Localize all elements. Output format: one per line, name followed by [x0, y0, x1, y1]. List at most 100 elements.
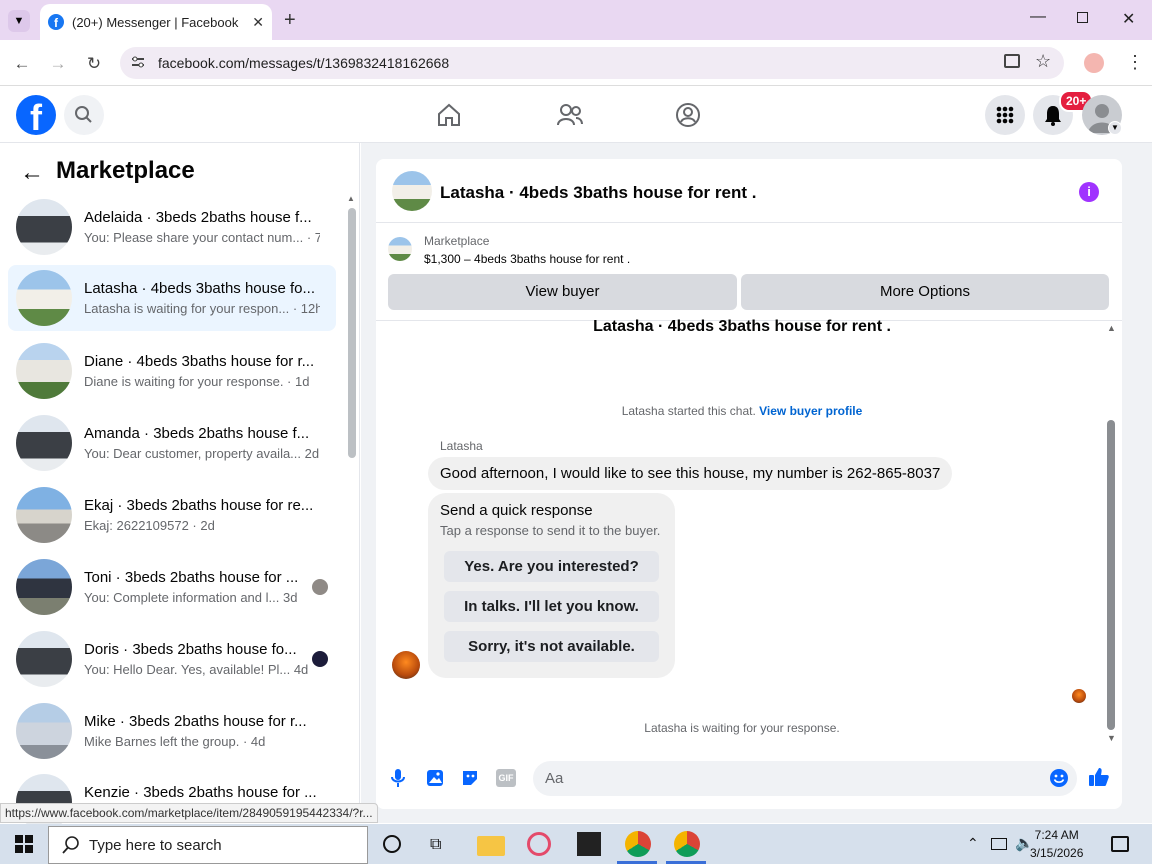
groups-icon[interactable] — [675, 102, 701, 133]
search-icon — [62, 836, 79, 854]
chat-scrollbar-thumb[interactable] — [1107, 420, 1115, 730]
conversation-preview: You: Hello Dear. Yes, available! Pl... 4… — [84, 662, 309, 677]
back-arrow-icon[interactable]: ← — [20, 159, 44, 187]
task-view-icon[interactable]: ⧉ — [430, 836, 441, 854]
grid-icon — [996, 106, 1014, 124]
left-scroll-up-icon[interactable]: ▲ — [347, 194, 355, 203]
conversation-name: Amanda · 3beds 2baths house f... — [84, 425, 310, 442]
listing-thumbnail — [16, 703, 72, 759]
view-buyer-button[interactable]: View buyer — [388, 274, 737, 310]
conversation-item-active[interactable]: Latasha · 4beds 3baths house fo... Latash… — [8, 265, 336, 331]
chat-listing-avatar[interactable] — [392, 171, 432, 211]
info-icon[interactable]: i — [1079, 182, 1099, 202]
bookmark-star-icon[interactable]: ☆ — [1035, 51, 1051, 72]
file-explorer-icon[interactable] — [477, 836, 505, 856]
home-icon[interactable] — [436, 102, 462, 133]
view-buyer-profile-link[interactable]: View buyer profile — [759, 404, 862, 418]
divider — [376, 222, 1122, 223]
notification-center-icon[interactable] — [1111, 836, 1129, 852]
windows-start-icon[interactable] — [15, 835, 33, 858]
close-window-icon[interactable]: ✕ — [1122, 9, 1135, 29]
left-scrollbar-thumb[interactable] — [348, 208, 356, 458]
forward-icon[interactable]: → — [46, 52, 70, 76]
conversation-preview: You: Complete information and l... 3d — [84, 590, 298, 605]
back-icon[interactable]: ← — [10, 52, 34, 76]
panel-title: Marketplace — [56, 157, 195, 184]
participant-avatar — [312, 579, 328, 595]
like-thumb-icon[interactable] — [1088, 766, 1110, 793]
photo-icon[interactable] — [425, 768, 445, 793]
site-info-icon[interactable] — [130, 55, 146, 69]
taskbar-search-placeholder: Type here to search — [89, 836, 222, 854]
tab-list-dropdown-icon[interactable]: ▼ — [8, 10, 30, 32]
microphone-icon[interactable] — [390, 768, 406, 793]
listing-thumbnail — [16, 559, 72, 615]
url-field[interactable]: facebook.com/messages/t/1369832418162668 — [120, 47, 1064, 79]
reload-icon[interactable]: ↻ — [82, 52, 106, 76]
conversation-item[interactable]: Ekaj · 3beds 2baths house for re... Ekaj:… — [8, 482, 336, 548]
message-input[interactable]: Aa — [533, 761, 1077, 796]
tab-title: (20+) Messenger | Facebook — [72, 14, 239, 30]
search-icon — [75, 106, 92, 123]
cortana-icon[interactable] — [383, 835, 401, 853]
waiting-note: Latasha is waiting for your response. — [644, 721, 840, 735]
browser-menu-icon[interactable]: ⋮ — [1126, 52, 1144, 73]
message-input-placeholder: Aa — [545, 770, 564, 787]
conversation-name: Latasha · 4beds 3baths house fo... — [84, 280, 315, 297]
listing-price[interactable]: $1,300 – 4beds 3baths house for rent . — [424, 252, 630, 266]
status-url-tooltip: https://www.facebook.com/marketplace/ite… — [0, 803, 378, 823]
conversation-item[interactable]: Amanda · 3beds 2baths house f... You: Dea… — [8, 410, 336, 476]
chat-scroll-down-icon[interactable]: ▼ — [1107, 733, 1116, 743]
quick-reply-button[interactable]: Yes. Are you interested? — [444, 551, 659, 582]
message-bubble[interactable]: Good afternoon, I would like to see this… — [428, 457, 953, 490]
sender-avatar[interactable] — [392, 651, 420, 679]
browser-tab[interactable]: f (20+) Messenger | Facebook ✕ — [40, 4, 272, 40]
facebook-logo-icon[interactable]: f — [16, 95, 56, 135]
listing-thumbnail — [16, 343, 72, 399]
minimize-icon[interactable]: — — [1030, 8, 1046, 26]
snipping-tool-icon[interactable] — [527, 832, 551, 856]
quick-reply-button[interactable]: Sorry, it's not available. — [444, 631, 659, 662]
chrome-profile-icon[interactable] — [674, 831, 700, 857]
quick-response-title: Send a quick response — [440, 502, 593, 519]
listing-thumbnail-small[interactable] — [388, 237, 412, 261]
restore-icon[interactable] — [1077, 12, 1088, 23]
friends-icon[interactable] — [556, 102, 584, 133]
install-app-icon[interactable] — [1004, 54, 1020, 68]
search-button[interactable] — [64, 95, 104, 135]
conversation-item[interactable]: Toni · 3beds 2baths house for ... You: Co… — [8, 554, 336, 620]
chat-title[interactable]: Latasha · 4beds 3baths house for rent . — [440, 183, 756, 203]
chat-scroll-up-icon[interactable]: ▲ — [1107, 323, 1116, 333]
taskbar-search-box[interactable]: Type here to search — [48, 826, 368, 864]
close-tab-icon[interactable]: ✕ — [252, 14, 264, 31]
conversation-preview: Latasha is waiting for your respon... · … — [84, 301, 320, 316]
listing-thumbnail — [16, 487, 72, 543]
network-icon[interactable] — [991, 838, 1007, 850]
tray-chevron-icon[interactable]: ⌃ — [967, 835, 979, 852]
gif-icon[interactable]: GIF — [496, 769, 516, 787]
chat-started-note: Latasha started this chat. View buyer pr… — [376, 404, 1108, 418]
conversation-item[interactable]: Mike · 3beds 2baths house for r... Mike B… — [8, 698, 336, 764]
menu-grid-button[interactable] — [985, 95, 1025, 135]
sticky-notes-icon[interactable] — [577, 832, 601, 856]
listing-label: Marketplace — [424, 234, 490, 248]
quick-reply-button[interactable]: In talks. I'll let you know. — [444, 591, 659, 622]
clock-date: 3/15/2026 — [1030, 846, 1084, 860]
system-clock[interactable]: 7:24 AM 3/15/2026 — [1030, 826, 1083, 862]
conversation-name: Toni · 3beds 2baths house for ... — [84, 569, 299, 586]
chrome-icon[interactable] — [625, 831, 651, 857]
conversation-name: Ekaj · 3beds 2baths house for re... — [84, 497, 314, 514]
sticker-icon[interactable] — [460, 768, 480, 793]
conversation-item[interactable]: Doris · 3beds 2baths house fo... You: Hel… — [8, 626, 336, 692]
conversation-item[interactable]: Adelaida · 3beds 2baths house f... You: P… — [8, 194, 336, 260]
more-options-button[interactable]: More Options — [741, 274, 1109, 310]
listing-thumbnail — [16, 270, 72, 326]
profile-avatar-icon[interactable] — [1084, 53, 1104, 73]
emoji-icon[interactable] — [1049, 768, 1069, 793]
conversation-name: Doris · 3beds 2baths house fo... — [84, 641, 297, 658]
conversation-item[interactable]: Diane · 4beds 3baths house for r... Diane… — [8, 338, 336, 404]
conversation-name: Adelaida · 3beds 2baths house f... — [84, 209, 312, 226]
new-tab-icon[interactable]: + — [284, 9, 296, 32]
account-chevron-icon[interactable]: ▼ — [1108, 121, 1122, 135]
listing-thumbnail — [16, 415, 72, 471]
